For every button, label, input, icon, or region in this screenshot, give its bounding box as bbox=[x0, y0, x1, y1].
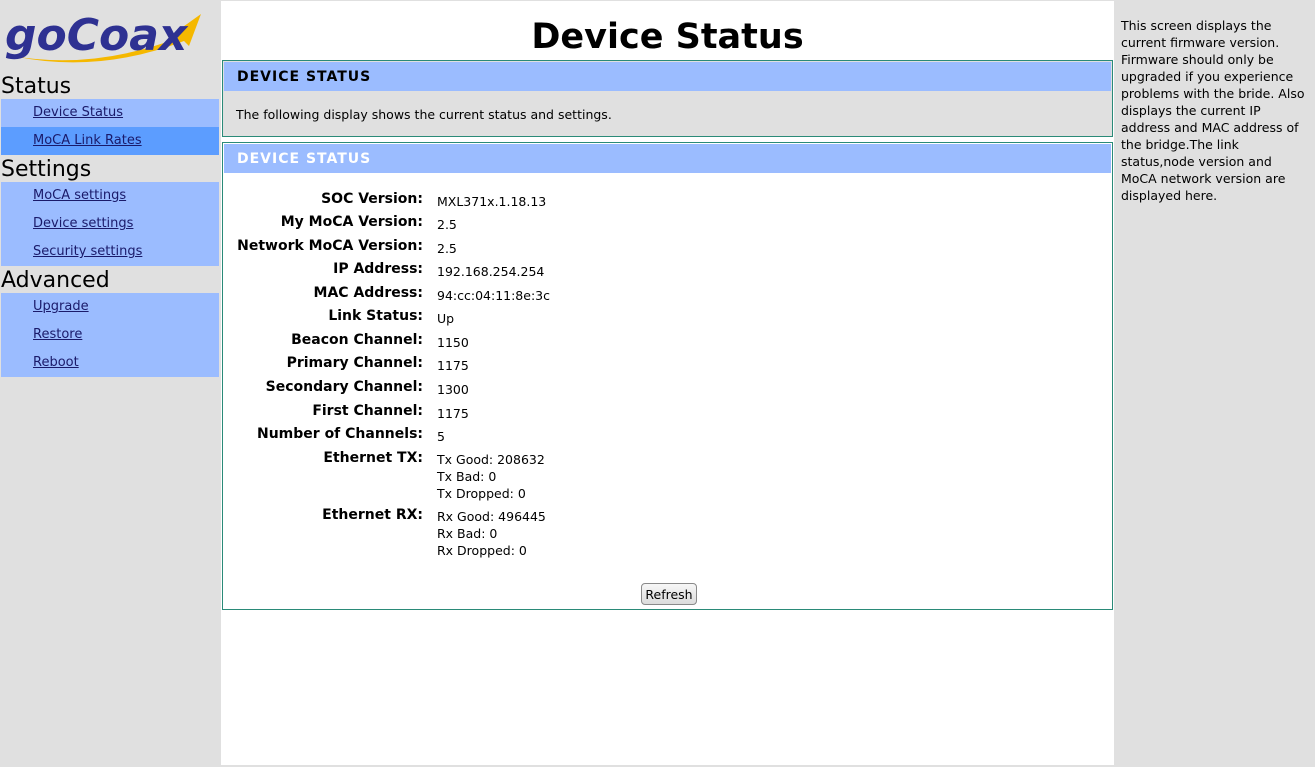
sidebar-item-moca-settings-link[interactable]: MoCA settings bbox=[33, 188, 126, 203]
row-value-tx-good: Tx Good: 208632 bbox=[437, 452, 545, 467]
sidebar-item-device-status-link[interactable]: Device Status bbox=[33, 105, 123, 120]
row-label: Secondary Channel: bbox=[265, 379, 423, 395]
row-label: Number of Channels: bbox=[257, 426, 423, 442]
help-text: This screen displays the current firmwar… bbox=[1121, 18, 1305, 203]
sidebar-item-reboot[interactable]: Reboot bbox=[1, 349, 219, 377]
row-label: Ethernet TX: bbox=[323, 450, 423, 466]
row-label: Link Status: bbox=[328, 308, 423, 324]
row-value: 2.5 bbox=[437, 241, 457, 256]
row-value-rx-good: Rx Good: 496445 bbox=[437, 509, 546, 524]
panel-description: The following display shows the current … bbox=[236, 107, 612, 122]
row-label: SOC Version: bbox=[321, 191, 423, 207]
row-value: 1175 bbox=[437, 406, 469, 421]
row-label: First Channel: bbox=[312, 403, 423, 419]
row-label: MAC Address: bbox=[313, 285, 423, 301]
row-value: 1150 bbox=[437, 335, 469, 350]
row-label: Primary Channel: bbox=[286, 355, 423, 371]
row-value: 5 bbox=[437, 429, 445, 444]
sidebar-section-advanced: Advanced bbox=[1, 268, 110, 293]
sidebar-section-status: Status bbox=[1, 74, 72, 99]
refresh-button[interactable]: Refresh bbox=[641, 583, 697, 605]
sidebar-item-device-settings[interactable]: Device settings bbox=[1, 210, 219, 238]
sidebar-item-security-settings-link[interactable]: Security settings bbox=[33, 244, 142, 259]
row-value-tx-bad: Tx Bad: 0 bbox=[437, 469, 497, 484]
sidebar-item-upgrade[interactable]: Upgrade bbox=[1, 293, 219, 321]
sidebar-section-settings: Settings bbox=[1, 157, 92, 182]
sidebar-item-upgrade-link[interactable]: Upgrade bbox=[33, 299, 89, 314]
sidebar-item-moca-settings[interactable]: MoCA settings bbox=[1, 182, 219, 210]
sidebar-item-security-settings[interactable]: Security settings bbox=[1, 238, 219, 266]
sidebar-item-reboot-link[interactable]: Reboot bbox=[33, 355, 79, 370]
sidebar-item-moca-link-rates-link[interactable]: MoCA Link Rates bbox=[33, 133, 142, 148]
row-value: Up bbox=[437, 311, 455, 326]
row-value: 2.5 bbox=[437, 217, 457, 232]
row-label: Ethernet RX: bbox=[322, 507, 423, 523]
main-content: Device Status DEVICE STATUS The followin… bbox=[221, 1, 1114, 765]
row-value-tx-dropped: Tx Dropped: 0 bbox=[437, 486, 526, 501]
row-value-rx-bad: Rx Bad: 0 bbox=[437, 526, 498, 541]
page-title: Device Status bbox=[531, 17, 804, 57]
gocoax-logo: goCoax bbox=[3, 8, 208, 66]
panel-heading: DEVICE STATUS bbox=[224, 62, 1111, 91]
row-label: Beacon Channel: bbox=[291, 332, 423, 348]
sidebar-item-device-settings-link[interactable]: Device settings bbox=[33, 216, 133, 231]
sidebar-item-restore-link[interactable]: Restore bbox=[33, 327, 82, 342]
panel-heading: DEVICE STATUS bbox=[224, 144, 1111, 173]
sidebar: goCoax Status Device Status MoCA Link Ra… bbox=[0, 0, 220, 767]
row-label: My MoCA Version: bbox=[280, 214, 423, 230]
row-value-rx-dropped: Rx Dropped: 0 bbox=[437, 543, 527, 558]
row-value: 1175 bbox=[437, 358, 469, 373]
gocoax-logo-graphic: goCoax bbox=[5, 10, 201, 63]
row-label: IP Address: bbox=[333, 261, 423, 277]
status-intro-panel: DEVICE STATUS The following display show… bbox=[222, 60, 1113, 137]
logo-text: goCoax bbox=[5, 10, 189, 61]
row-label: Network MoCA Version: bbox=[237, 238, 423, 254]
sidebar-item-restore[interactable]: Restore bbox=[1, 321, 219, 349]
row-value: MXL371x.1.18.13 bbox=[437, 194, 547, 209]
row-value: 192.168.254.254 bbox=[437, 264, 545, 279]
status-nav-group: Device Status MoCA Link Rates bbox=[1, 99, 219, 155]
settings-nav-group: MoCA settings Device settings Security s… bbox=[1, 182, 219, 266]
row-value: 1300 bbox=[437, 382, 469, 397]
row-value: 94:cc:04:11:8e:3c bbox=[437, 288, 550, 303]
advanced-nav-group: Upgrade Restore Reboot bbox=[1, 293, 219, 377]
device-status-panel: DEVICE STATUS SOC Version: MXL371x.1.18.… bbox=[222, 142, 1113, 610]
sidebar-item-moca-link-rates[interactable]: MoCA Link Rates bbox=[1, 127, 219, 155]
sidebar-item-device-status[interactable]: Device Status bbox=[1, 99, 219, 127]
